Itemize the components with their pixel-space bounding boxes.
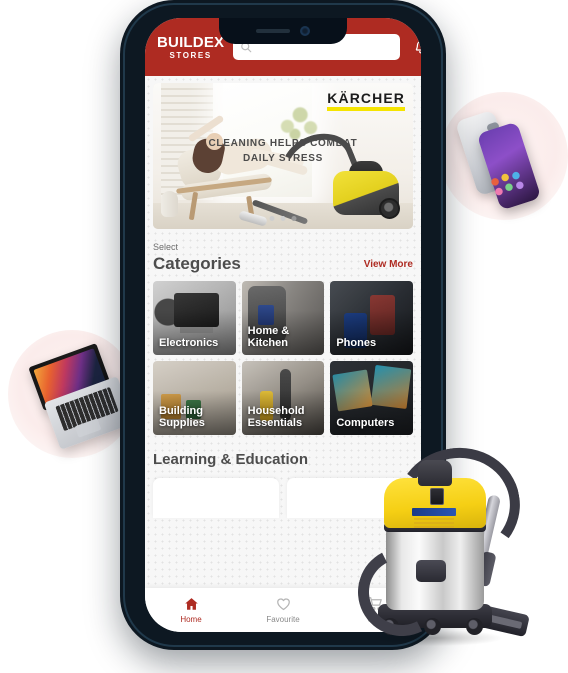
brand-name: BUILDEX (157, 33, 225, 51)
banner-vacuum-wheel (379, 198, 400, 219)
category-label-line2: Essentials (247, 417, 303, 430)
category-tile-home-kitchen[interactable]: Home & Kitchen (241, 281, 325, 356)
category-label-line1: Phones (336, 337, 377, 350)
laptop-product-bubble (8, 330, 136, 458)
vacuum-hose-port (416, 560, 446, 582)
vacuum-top-inlet (418, 460, 452, 486)
home-icon (183, 596, 200, 612)
smartphones-product-bubble (440, 92, 568, 220)
notification-bell-button[interactable]: 1 (409, 34, 421, 60)
categories-title: Categories (153, 253, 241, 273)
category-tile-household-essentials[interactable]: Household Essentials (241, 361, 325, 436)
vacuum-cleaner-product-image (346, 438, 548, 667)
category-label-line2: Supplies (159, 417, 205, 430)
karcher-brand-logo: KÄRCHER (327, 90, 405, 111)
categories-eyebrow: Select (153, 242, 179, 252)
learning-card[interactable] (153, 478, 279, 519)
view-more-link[interactable]: View More (364, 259, 413, 273)
vacuum-brand-badge (412, 508, 456, 516)
vacuum-caster (466, 618, 483, 635)
vacuum-power-switch (430, 488, 444, 505)
earpiece-speaker (256, 29, 290, 33)
carousel-dot-active[interactable] (291, 216, 297, 221)
category-tile-computers[interactable]: Computers (330, 361, 413, 436)
promo-banner-carousel[interactable]: KÄRCHER CLEANING HELPS COMBAT DAILY STRE… (153, 83, 413, 229)
category-label: Computers (330, 417, 394, 435)
karcher-wordmark: KÄRCHER (327, 90, 405, 106)
nav-label-home: Home (180, 615, 202, 624)
categories-title-group: Select Categories (153, 242, 241, 273)
category-tile-building-supplies[interactable]: Building Supplies (153, 361, 236, 436)
carousel-dot[interactable] (280, 216, 286, 221)
category-tile-electronics[interactable]: Electronics (153, 281, 236, 356)
category-tile-phones[interactable]: Phones (330, 281, 413, 356)
laptop-product-image (8, 330, 136, 458)
category-label-line1: Electronics (159, 337, 219, 350)
heart-icon (275, 596, 292, 612)
category-label-line1: Building (159, 404, 203, 417)
front-camera-icon (300, 26, 310, 36)
nav-item-home[interactable]: Home (145, 596, 237, 624)
carousel-dot[interactable] (269, 216, 275, 221)
categories-section: Select Categories View More Electronics (145, 242, 421, 436)
carousel-dots[interactable] (269, 216, 297, 221)
brand-tagline: STORES (169, 50, 212, 60)
category-label-line1: Home & (247, 324, 290, 337)
nav-label-favourite: Favourite (266, 615, 300, 624)
categories-grid: Electronics Home & Kitchen Phones Buildi… (153, 281, 413, 436)
smartphones-product-image (440, 92, 568, 220)
nav-item-favourite[interactable]: Favourite (237, 596, 329, 624)
bell-icon (413, 39, 421, 56)
categories-header: Select Categories View More (153, 242, 413, 273)
brand-logo[interactable]: BUILDEX STORES (157, 35, 224, 60)
category-label: Home & Kitchen (242, 325, 290, 356)
category-label: Household Essentials (242, 405, 305, 436)
category-label: Phones (330, 337, 376, 355)
vacuum-spec-label (414, 518, 454, 530)
karcher-yellow-bar (327, 107, 405, 111)
category-label-line1: Household (247, 404, 305, 417)
category-label: Electronics (153, 337, 218, 355)
category-label: Building Supplies (153, 405, 205, 436)
category-label-line1: Computers (336, 417, 395, 430)
phone-notch (219, 18, 347, 44)
category-label-line2: Kitchen (247, 337, 288, 350)
